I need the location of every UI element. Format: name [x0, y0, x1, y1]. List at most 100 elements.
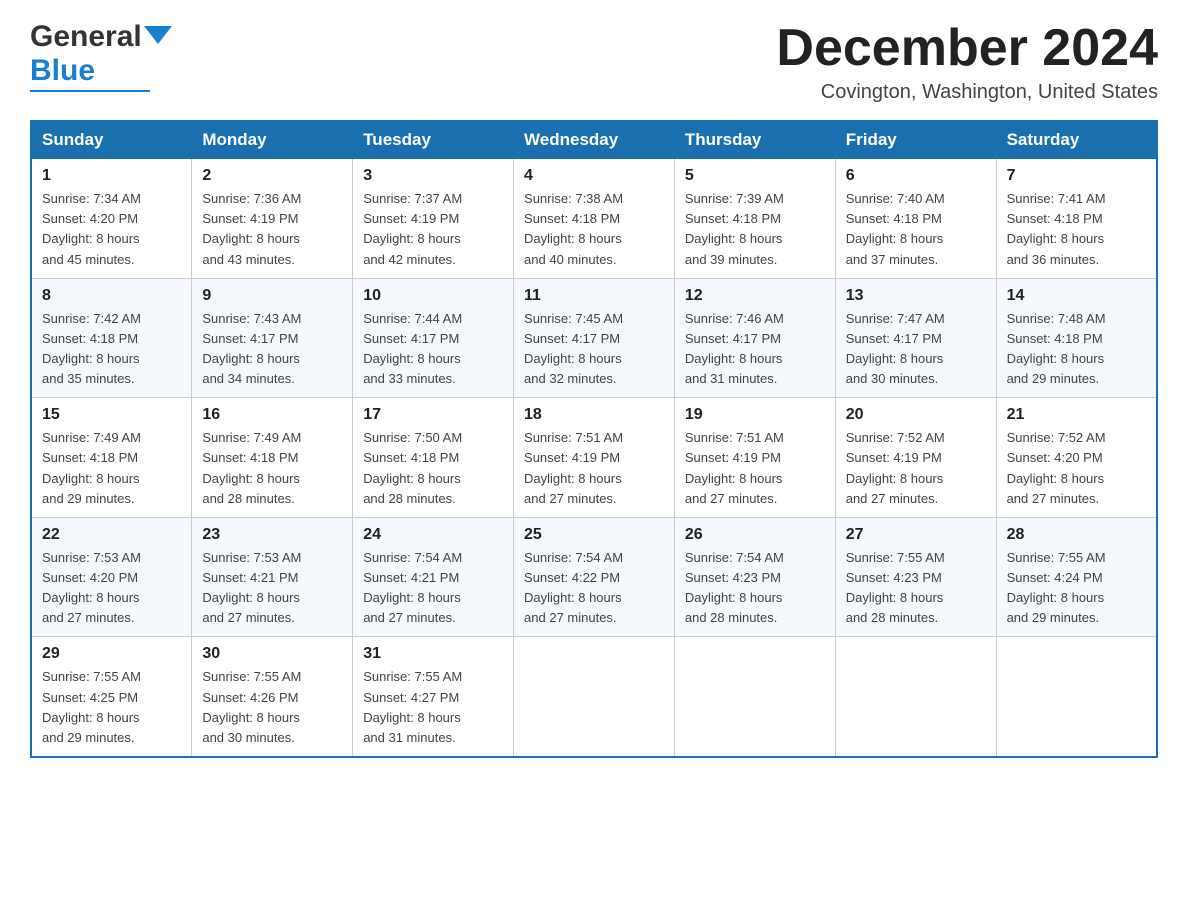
calendar-cell: 13 Sunrise: 7:47 AMSunset: 4:17 PMDaylig…: [835, 278, 996, 398]
calendar-cell: 30 Sunrise: 7:55 AMSunset: 4:26 PMDaylig…: [192, 637, 353, 757]
day-number: 27: [846, 526, 986, 544]
calendar-cell: 15 Sunrise: 7:49 AMSunset: 4:18 PMDaylig…: [31, 398, 192, 518]
day-number: 9: [202, 287, 342, 305]
day-info: Sunrise: 7:44 AMSunset: 4:17 PMDaylight:…: [363, 311, 462, 386]
calendar-week-row: 15 Sunrise: 7:49 AMSunset: 4:18 PMDaylig…: [31, 398, 1157, 518]
day-number: 13: [846, 287, 986, 305]
day-info: Sunrise: 7:34 AMSunset: 4:20 PMDaylight:…: [42, 191, 141, 266]
calendar-week-row: 8 Sunrise: 7:42 AMSunset: 4:18 PMDayligh…: [31, 278, 1157, 398]
day-info: Sunrise: 7:45 AMSunset: 4:17 PMDaylight:…: [524, 311, 623, 386]
day-info: Sunrise: 7:52 AMSunset: 4:20 PMDaylight:…: [1007, 430, 1106, 505]
day-info: Sunrise: 7:53 AMSunset: 4:21 PMDaylight:…: [202, 550, 301, 625]
col-saturday: Saturday: [996, 121, 1157, 159]
day-number: 16: [202, 406, 342, 424]
col-monday: Monday: [192, 121, 353, 159]
calendar-cell: 12 Sunrise: 7:46 AMSunset: 4:17 PMDaylig…: [674, 278, 835, 398]
day-number: 24: [363, 526, 503, 544]
day-info: Sunrise: 7:41 AMSunset: 4:18 PMDaylight:…: [1007, 191, 1106, 266]
day-info: Sunrise: 7:55 AMSunset: 4:24 PMDaylight:…: [1007, 550, 1106, 625]
calendar-cell: [996, 637, 1157, 757]
day-number: 28: [1007, 526, 1146, 544]
day-number: 10: [363, 287, 503, 305]
day-number: 19: [685, 406, 825, 424]
day-info: Sunrise: 7:51 AMSunset: 4:19 PMDaylight:…: [685, 430, 784, 505]
day-info: Sunrise: 7:36 AMSunset: 4:19 PMDaylight:…: [202, 191, 301, 266]
day-number: 8: [42, 287, 181, 305]
calendar-cell: 9 Sunrise: 7:43 AMSunset: 4:17 PMDayligh…: [192, 278, 353, 398]
day-info: Sunrise: 7:37 AMSunset: 4:19 PMDaylight:…: [363, 191, 462, 266]
col-tuesday: Tuesday: [353, 121, 514, 159]
day-number: 2: [202, 167, 342, 185]
calendar-cell: 10 Sunrise: 7:44 AMSunset: 4:17 PMDaylig…: [353, 278, 514, 398]
day-number: 6: [846, 167, 986, 185]
logo-general: General: [30, 20, 142, 54]
day-info: Sunrise: 7:54 AMSunset: 4:21 PMDaylight:…: [363, 550, 462, 625]
day-number: 4: [524, 167, 664, 185]
day-number: 31: [363, 645, 503, 663]
col-sunday: Sunday: [31, 121, 192, 159]
title-block: December 2024 Covington, Washington, Uni…: [776, 20, 1158, 104]
day-info: Sunrise: 7:43 AMSunset: 4:17 PMDaylight:…: [202, 311, 301, 386]
calendar-table: Sunday Monday Tuesday Wednesday Thursday…: [30, 120, 1158, 758]
calendar-cell: 19 Sunrise: 7:51 AMSunset: 4:19 PMDaylig…: [674, 398, 835, 518]
calendar-cell: 3 Sunrise: 7:37 AMSunset: 4:19 PMDayligh…: [353, 159, 514, 279]
calendar-cell: 2 Sunrise: 7:36 AMSunset: 4:19 PMDayligh…: [192, 159, 353, 279]
logo: General Blue: [30, 20, 172, 92]
day-info: Sunrise: 7:55 AMSunset: 4:25 PMDaylight:…: [42, 669, 141, 744]
calendar-cell: 23 Sunrise: 7:53 AMSunset: 4:21 PMDaylig…: [192, 517, 353, 637]
day-number: 7: [1007, 167, 1146, 185]
day-info: Sunrise: 7:47 AMSunset: 4:17 PMDaylight:…: [846, 311, 945, 386]
calendar-cell: 11 Sunrise: 7:45 AMSunset: 4:17 PMDaylig…: [514, 278, 675, 398]
day-number: 29: [42, 645, 181, 663]
calendar-cell: 17 Sunrise: 7:50 AMSunset: 4:18 PMDaylig…: [353, 398, 514, 518]
day-number: 15: [42, 406, 181, 424]
day-info: Sunrise: 7:39 AMSunset: 4:18 PMDaylight:…: [685, 191, 784, 266]
calendar-cell: 29 Sunrise: 7:55 AMSunset: 4:25 PMDaylig…: [31, 637, 192, 757]
calendar-cell: 28 Sunrise: 7:55 AMSunset: 4:24 PMDaylig…: [996, 517, 1157, 637]
day-number: 18: [524, 406, 664, 424]
logo-underline: [30, 90, 150, 92]
day-number: 30: [202, 645, 342, 663]
calendar-cell: 4 Sunrise: 7:38 AMSunset: 4:18 PMDayligh…: [514, 159, 675, 279]
calendar-header-row: Sunday Monday Tuesday Wednesday Thursday…: [31, 121, 1157, 159]
day-info: Sunrise: 7:54 AMSunset: 4:23 PMDaylight:…: [685, 550, 784, 625]
day-number: 1: [42, 167, 181, 185]
calendar-week-row: 1 Sunrise: 7:34 AMSunset: 4:20 PMDayligh…: [31, 159, 1157, 279]
day-number: 17: [363, 406, 503, 424]
day-number: 14: [1007, 287, 1146, 305]
day-info: Sunrise: 7:53 AMSunset: 4:20 PMDaylight:…: [42, 550, 141, 625]
day-info: Sunrise: 7:49 AMSunset: 4:18 PMDaylight:…: [42, 430, 141, 505]
day-number: 26: [685, 526, 825, 544]
day-info: Sunrise: 7:49 AMSunset: 4:18 PMDaylight:…: [202, 430, 301, 505]
calendar-cell: 18 Sunrise: 7:51 AMSunset: 4:19 PMDaylig…: [514, 398, 675, 518]
day-info: Sunrise: 7:38 AMSunset: 4:18 PMDaylight:…: [524, 191, 623, 266]
calendar-cell: 26 Sunrise: 7:54 AMSunset: 4:23 PMDaylig…: [674, 517, 835, 637]
day-info: Sunrise: 7:54 AMSunset: 4:22 PMDaylight:…: [524, 550, 623, 625]
col-friday: Friday: [835, 121, 996, 159]
calendar-cell: 24 Sunrise: 7:54 AMSunset: 4:21 PMDaylig…: [353, 517, 514, 637]
calendar-cell: 21 Sunrise: 7:52 AMSunset: 4:20 PMDaylig…: [996, 398, 1157, 518]
day-info: Sunrise: 7:55 AMSunset: 4:26 PMDaylight:…: [202, 669, 301, 744]
day-number: 20: [846, 406, 986, 424]
calendar-cell: 5 Sunrise: 7:39 AMSunset: 4:18 PMDayligh…: [674, 159, 835, 279]
calendar-cell: 27 Sunrise: 7:55 AMSunset: 4:23 PMDaylig…: [835, 517, 996, 637]
day-info: Sunrise: 7:48 AMSunset: 4:18 PMDaylight:…: [1007, 311, 1106, 386]
logo-blue: Blue: [30, 54, 95, 87]
location: Covington, Washington, United States: [776, 81, 1158, 104]
calendar-cell: 31 Sunrise: 7:55 AMSunset: 4:27 PMDaylig…: [353, 637, 514, 757]
calendar-cell: 25 Sunrise: 7:54 AMSunset: 4:22 PMDaylig…: [514, 517, 675, 637]
day-number: 5: [685, 167, 825, 185]
calendar-cell: 8 Sunrise: 7:42 AMSunset: 4:18 PMDayligh…: [31, 278, 192, 398]
calendar-cell: 20 Sunrise: 7:52 AMSunset: 4:19 PMDaylig…: [835, 398, 996, 518]
calendar-week-row: 29 Sunrise: 7:55 AMSunset: 4:25 PMDaylig…: [31, 637, 1157, 757]
day-info: Sunrise: 7:50 AMSunset: 4:18 PMDaylight:…: [363, 430, 462, 505]
calendar-cell: 1 Sunrise: 7:34 AMSunset: 4:20 PMDayligh…: [31, 159, 192, 279]
calendar-cell: [835, 637, 996, 757]
day-info: Sunrise: 7:55 AMSunset: 4:23 PMDaylight:…: [846, 550, 945, 625]
day-info: Sunrise: 7:55 AMSunset: 4:27 PMDaylight:…: [363, 669, 462, 744]
calendar-cell: [674, 637, 835, 757]
col-wednesday: Wednesday: [514, 121, 675, 159]
calendar-cell: 22 Sunrise: 7:53 AMSunset: 4:20 PMDaylig…: [31, 517, 192, 637]
day-number: 22: [42, 526, 181, 544]
calendar-cell: 7 Sunrise: 7:41 AMSunset: 4:18 PMDayligh…: [996, 159, 1157, 279]
